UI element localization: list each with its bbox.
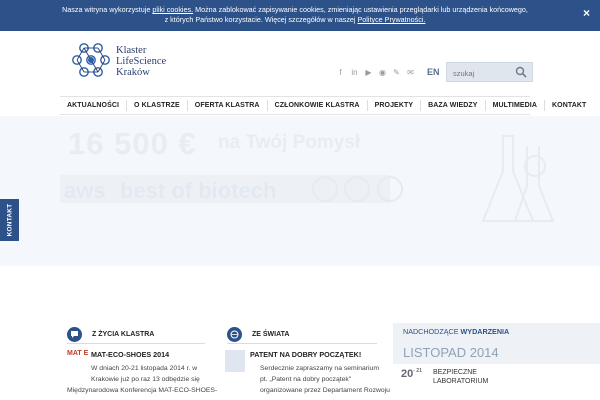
language-switch-en[interactable]: EN [427,67,440,77]
facebook-icon[interactable]: f [336,68,345,77]
hexagon-logo-icon [72,43,110,77]
flask-icon [481,135,555,222]
news-thumbnail[interactable] [225,350,245,372]
logo-text: Klaster LifeScience Kraków [116,45,166,78]
events-header: NADCHODZĄCE WYDARZENIA [403,327,509,336]
cookie-message: Nasza witryna wykorzystuje pliki cookies… [60,5,530,25]
privacy-policy-link[interactable]: Polityce Prywatności. [358,15,426,24]
news-line: Krakowie już po raz 13 odbędzie się [91,376,200,383]
nav-item-oferta-klastra[interactable]: OFERTA KLASTRA [188,100,268,111]
news-line: Serdecznie zapraszamy na seminarium [260,365,379,372]
news-excerpt: Serdecznie zapraszamy na seminarium pt. … [260,363,390,396]
hero-circle [376,176,403,202]
event-title-line: LABORATORIUM [433,378,489,385]
news-title-link[interactable]: MAT-ECO-SHOES 2014 [91,350,169,359]
main-nav: AKTUALNOŚCI O KLASTRZE OFERTA KLASTRA CZ… [60,96,586,115]
nav-item-o-klastrze[interactable]: O KLASTRZE [127,100,188,111]
search-input[interactable] [447,64,515,83]
social-links: f in ▶ ◉ ✎ ✉ [336,68,415,77]
nav-item-aktualnosci[interactable]: AKTUALNOŚCI [60,100,128,111]
news-line: W dniach 20-21 listopada 2014 r. w [91,365,198,372]
nav-item-baza-wiedzy[interactable]: BAZA WIEDZY [421,100,486,111]
cookie-text-3: z których Państwo korzystacie. Więcej sz… [164,15,358,24]
chat-icon [67,327,82,342]
section-title: ZE ŚWIATA [252,331,290,338]
section-header-klaster: Z ŻYCIA KLASTRA [67,327,154,342]
events-month: LISTOPAD 2014 [403,345,499,360]
globe-icon [227,327,242,342]
section-header-swiat: ZE ŚWIATA [227,327,289,342]
section-title: Z ŻYCIA KLASTRA [92,331,155,338]
logo-line-1: Klaster [116,45,147,56]
news-title-link[interactable]: PATENT NA DOBRY POCZĄTEK! [250,350,361,359]
news-line: organizowane przez Departament Rozwoju [260,387,390,394]
news-line: Międzynarodowa Konferencja MAT-ECO-SHOES… [67,387,218,394]
hero-aws-logo: aws [64,178,106,203]
nav-item-multimedia[interactable]: MULTIMEDIA [486,100,545,111]
news-thumbnail[interactable]: MAT E [67,350,89,362]
nav-item-projekty[interactable]: PROJEKTY [368,100,422,111]
section-divider [227,343,377,344]
cookies-link[interactable]: pliki cookies. [152,5,193,14]
youtube-icon[interactable]: ▶ [364,68,373,77]
close-icon[interactable]: × [583,7,590,19]
news-excerpt-continued: Międzynarodowa Konferencja MAT-ECO-SHOES… [67,385,217,396]
event-title[interactable]: BEZPIECZNE LABORATORIUM [433,368,488,386]
mail-icon[interactable]: ✉ [406,68,415,77]
hero-circle [344,176,371,202]
hero-circles [312,176,405,207]
search-box [446,62,533,83]
hero-slider[interactable]: 16 500 € na Twój Pomysł aws best of biot… [0,116,600,266]
site-logo[interactable]: Klaster LifeScience Kraków [70,41,180,83]
nav-item-czlonkowie-klastra[interactable]: CZŁONKOWIE KLASTRA [268,100,368,111]
hero-circle [312,176,338,202]
hero-amount: 16 500 € [68,126,197,161]
cookie-banner: Nasza witryna wykorzystuje pliki cookies… [0,0,600,31]
rss-icon[interactable]: ◉ [378,68,387,77]
linkedin-icon[interactable]: in [350,68,359,77]
nav-item-kontakt[interactable]: KONTAKT [545,100,593,111]
event-date: 20- 21 [401,368,422,380]
upcoming-events: NADCHODZĄCE WYDARZENIA LISTOPAD 2014 20-… [393,323,600,400]
event-title-line: BEZPIECZNE [433,369,477,376]
event-day-end: - 21 [413,368,422,374]
event-item[interactable]: 20- 21 BEZPIECZNE LABORATORIUM [393,364,600,400]
search-icon[interactable] [515,66,527,78]
cookie-text-2: Można zablokować zapisywanie cookies, zm… [193,5,528,14]
news-line: pt. „Patent na dobry początek" [260,376,352,383]
logo-line-2: LifeScience [116,56,167,67]
section-divider [67,343,205,344]
events-header-pre: NADCHODZĄCE [403,327,461,336]
cookie-text-1: Nasza witryna wykorzystuje [62,5,153,14]
hero-tagline: na Twój Pomysł [218,132,361,153]
news-excerpt: W dniach 20-21 listopada 2014 r. w Krako… [91,363,200,385]
events-header-bold: WYDARZENIA [460,327,510,336]
contact-side-tab-label: KONTAKT [6,203,14,237]
hero-best-of-biotech: best of biotech [120,178,277,203]
contact-side-tab[interactable]: KONTAKT [0,199,19,241]
event-day: 20 [401,368,414,380]
twitter-icon[interactable]: ✎ [392,68,401,77]
logo-line-3: Kraków [116,67,150,78]
